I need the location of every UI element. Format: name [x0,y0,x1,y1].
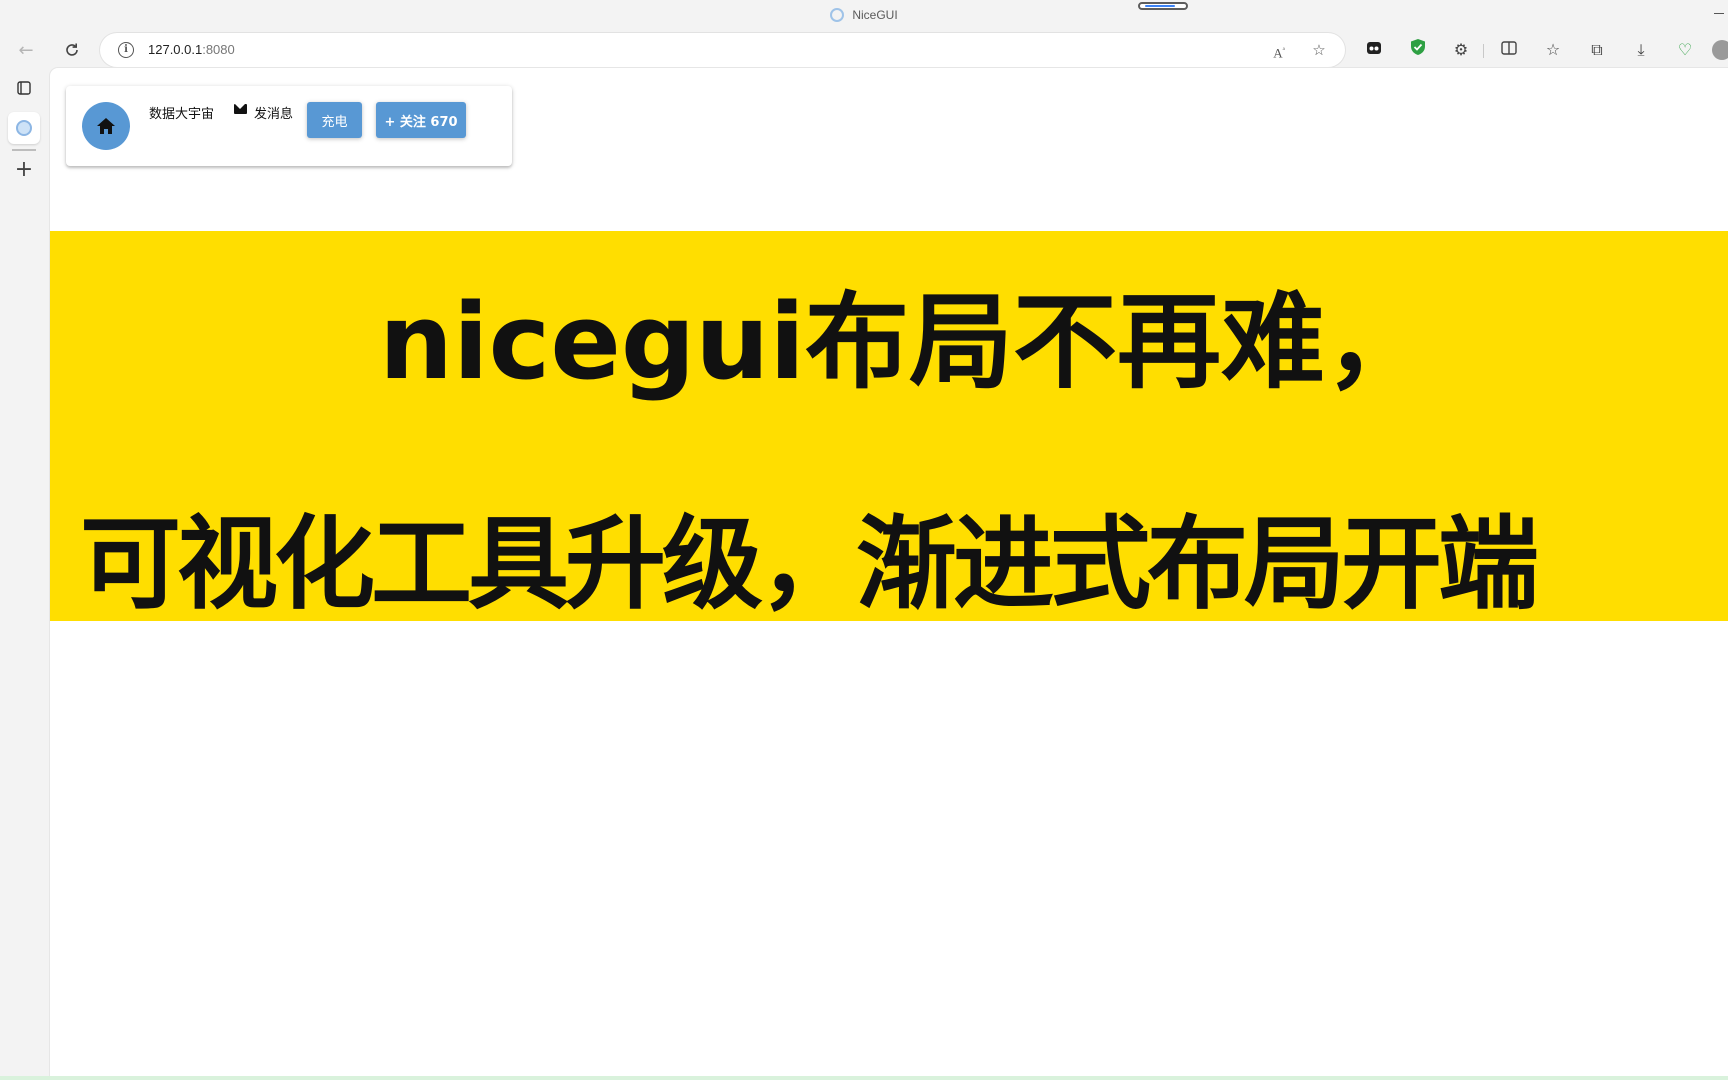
shield-glyph [1411,39,1425,55]
split-screen-icon[interactable] [1497,38,1521,62]
url-host: 127.0.0.1 [148,42,203,57]
window-title: NiceGUI [0,8,1728,22]
bottom-edge [0,1076,1728,1080]
favorite-star-icon[interactable]: ☆ [1308,39,1330,61]
tab-actions-glyph [17,81,31,95]
url-port: :8080 [202,42,235,57]
shield-icon[interactable] [1406,38,1430,62]
plus-icon[interactable]: + [10,156,38,184]
vertical-tab-strip: + [0,68,50,1080]
title-banner: nicegui布局不再难， 可视化工具升级，渐进式布局开端 [50,231,1728,621]
banner-line-1: nicegui布局不再难， [378,281,1429,403]
user-card: 数据大宇宙 发消息 充电 + 关注 670 [66,86,512,166]
split-glyph [1501,41,1517,55]
download-icon[interactable]: ⤓ [1629,38,1653,62]
extension-glyph [1367,42,1381,54]
back-button[interactable]: ← [12,36,40,64]
browser-toolbar: ← i 127.0.0.1:8080 Aᵃ ☆ ⚙ ☆ ⧉ ⤓ ♡ [0,32,1728,68]
active-tab[interactable] [8,112,40,144]
refresh-button[interactable] [58,36,86,64]
globe-icon [830,8,845,22]
banner-line-2: 可视化工具升级，渐进式布局开端 [80,505,1539,621]
window-titlebar: NiceGUI [0,0,1728,32]
address-bar[interactable]: i 127.0.0.1:8080 Aᵃ ☆ [100,33,1345,67]
window-title-text: NiceGUI [852,8,898,22]
home-icon [97,118,115,134]
user-name: 数据大宇宙 [149,107,215,122]
extension-icon[interactable] [1362,38,1386,62]
info-icon[interactable]: i [118,42,134,58]
collections-icon[interactable]: ⧉ [1585,38,1609,62]
tab-actions-icon[interactable] [10,76,38,104]
read-aloud-icon[interactable]: Aᵃ [1268,39,1290,61]
refresh-icon [66,43,78,56]
charge-button[interactable]: 充电 [307,102,362,138]
send-message-link[interactable]: 发消息 [254,103,293,122]
globe-icon [16,120,32,136]
heart-pulse-icon[interactable]: ♡ [1673,38,1697,62]
url-text[interactable]: 127.0.0.1:8080 [148,42,235,57]
minimize-icon[interactable] [1714,13,1724,14]
puzzle-icon[interactable]: ⚙ [1449,38,1473,62]
follow-button[interactable]: + 关注 670 [376,102,466,138]
tab-divider [12,149,36,151]
toolbar-separator [1483,44,1484,58]
mail-icon [234,104,247,114]
favorites-icon[interactable]: ☆ [1541,38,1565,62]
avatar[interactable] [82,102,130,150]
back-icon: ← [18,39,34,61]
window-drag-handle[interactable] [1138,2,1188,10]
profile-icon[interactable] [1712,38,1728,62]
